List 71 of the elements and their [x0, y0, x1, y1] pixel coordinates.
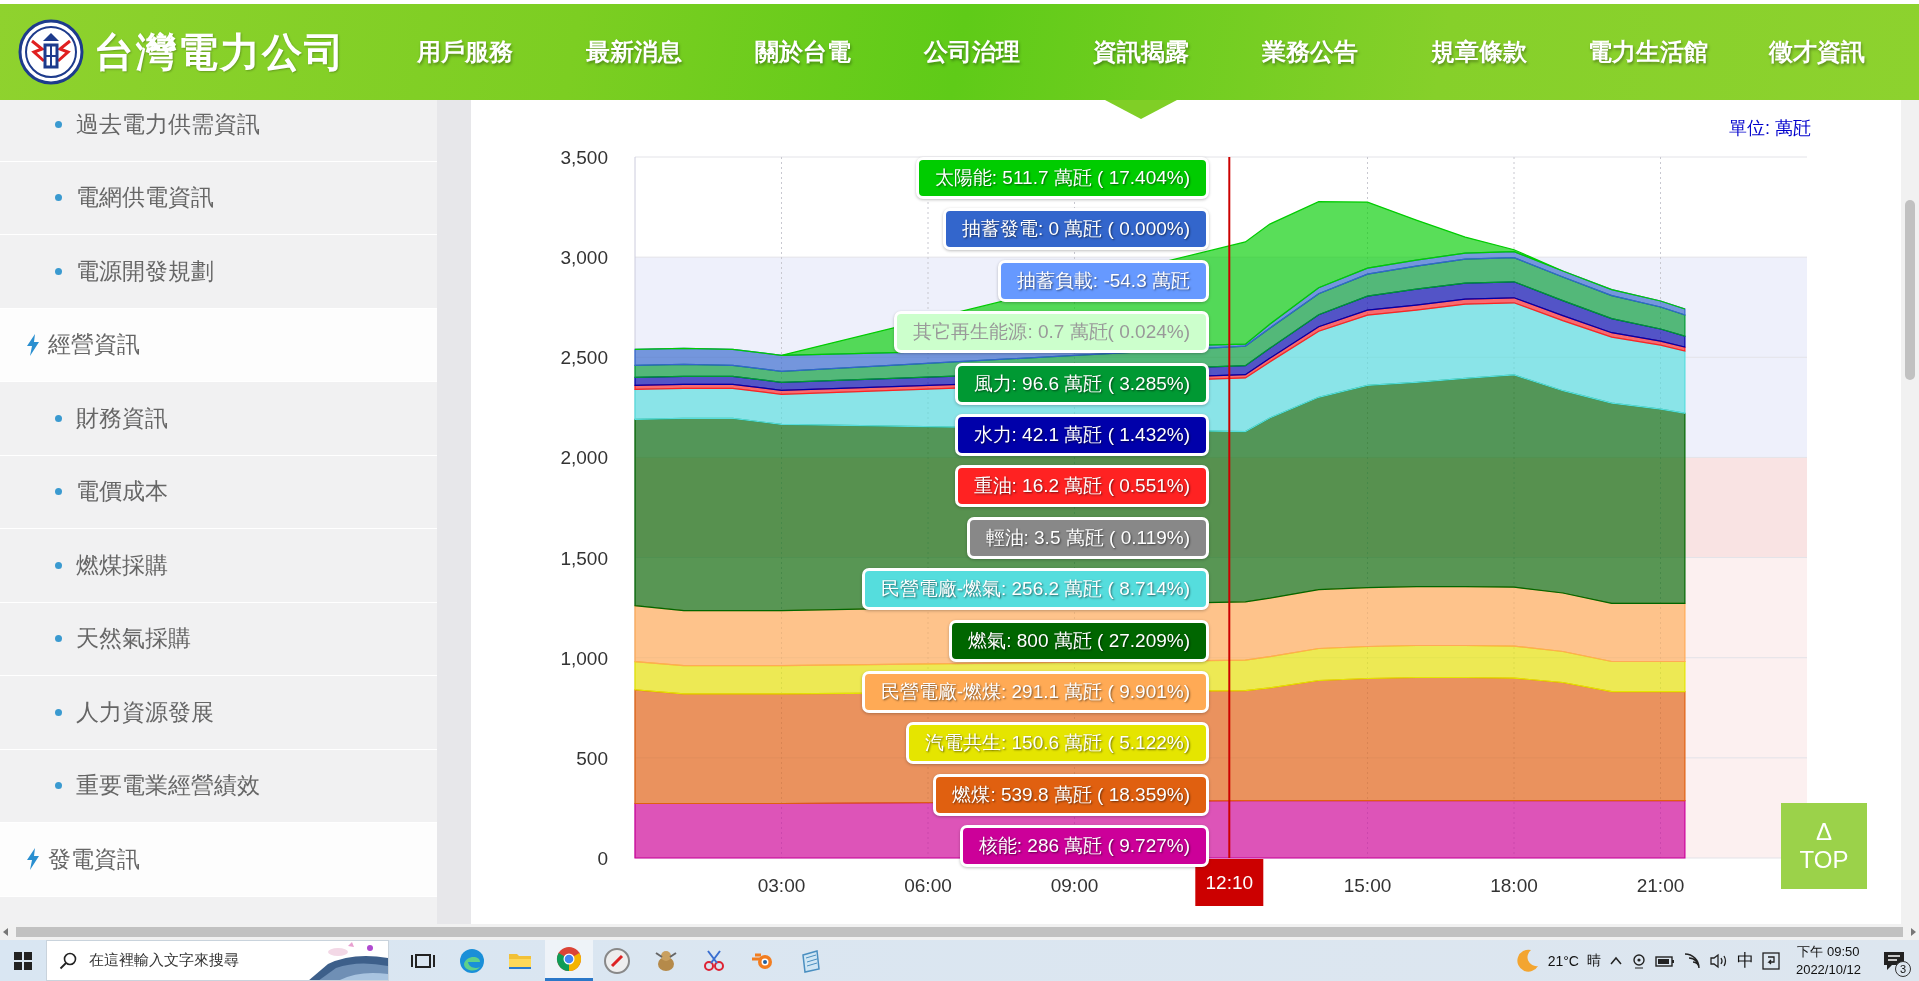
tooltip-label: 抽蓄負載: -54.3 萬瓩 [997, 259, 1209, 302]
sidebar-item[interactable]: 電價成本 [76, 476, 168, 508]
input-method-indicator[interactable]: 中 [1736, 949, 1754, 972]
battery-icon[interactable] [1654, 953, 1675, 968]
company-name: 台灣電力公司 [94, 26, 346, 77]
ref-line-label: 12:10 [1205, 872, 1254, 893]
sidebar-item[interactable]: 電源開發規劃 [76, 255, 214, 287]
ime-mode-icon[interactable] [1761, 951, 1780, 970]
weather-temperature[interactable]: 21°C [1547, 952, 1579, 969]
company-logo-icon [18, 19, 84, 85]
tooltip-label: 輕油: 3.5 萬瓩 ( 0.119%) [966, 516, 1209, 559]
lightning-icon [26, 848, 40, 871]
search-field[interactable]: 在這裡輸入文字來搜尋 [46, 940, 389, 981]
notification-button[interactable]: 3 [1877, 943, 1911, 978]
wifi-icon[interactable] [1682, 952, 1701, 969]
tooltip-label: 水力: 42.1 萬瓩 ( 1.432%) [954, 413, 1209, 456]
sidebar-item[interactable]: 燃煤採購 [76, 549, 168, 581]
tooltip-label: 民營電廠-燃氣: 256.2 萬瓩 ( 8.714%) [861, 568, 1209, 611]
sidebar-item[interactable]: 人力資源發展 [76, 696, 214, 728]
volume-icon[interactable] [1708, 952, 1729, 969]
sidebar-item[interactable]: 天然氣採購 [76, 623, 191, 655]
crosshair-time-label: 12:10 [1195, 859, 1264, 906]
tooltip-label: 民營電廠-燃煤: 291.1 萬瓩 ( 9.901%) [861, 670, 1209, 713]
chrome-icon [554, 945, 583, 973]
tooltip-label: 核能: 286 萬瓩 ( 9.727%) [959, 825, 1209, 868]
y-axis-label: 1,500 [560, 547, 608, 569]
x-axis-label: 18:00 [1490, 875, 1538, 896]
edge-icon [457, 946, 486, 975]
sidebar-item[interactable]: 發電資訊 [48, 843, 140, 875]
sidebar-item[interactable]: 財務資訊 [76, 402, 168, 434]
x-axis-label: 21:00 [1636, 875, 1685, 896]
tooltip-label: 風力: 96.6 萬瓩 ( 3.285%) [954, 362, 1209, 405]
weather-condition[interactable]: 晴 [1586, 951, 1601, 970]
bullet-icon [55, 488, 62, 496]
tooltip-label: 燃煤: 539.8 萬瓩 ( 18.359%) [933, 773, 1209, 816]
scrollbar-thumb[interactable] [16, 927, 1903, 937]
tooltip-label: 汽電共生: 150.6 萬瓩 ( 5.122%) [905, 722, 1209, 765]
tooltip-label: 燃氣: 800 萬瓩 ( 27.209%) [949, 619, 1209, 662]
bullet-icon [55, 267, 62, 275]
clock[interactable]: 下午 09:50 2022/10/12 [1787, 942, 1869, 979]
search-icon [59, 951, 77, 970]
scrollbar-thumb[interactable] [1905, 200, 1915, 380]
bullet-icon [55, 635, 62, 643]
x-axis-label: 09:00 [1050, 875, 1099, 896]
x-axis-label: 15:00 [1343, 875, 1392, 896]
y-axis-label: 1,000 [560, 647, 608, 669]
y-axis-label: 2,500 [560, 347, 608, 369]
x-axis-label: 06:00 [904, 875, 952, 896]
unit-label: 單位: 萬瓩 [1729, 117, 1811, 140]
webcam-icon[interactable] [1630, 952, 1647, 969]
bullet-icon [55, 708, 62, 716]
y-axis-label: 3,500 [560, 147, 608, 168]
sidebar-item[interactable]: 經營資訊 [48, 329, 140, 361]
bullet-icon [55, 561, 62, 569]
y-axis-label: 0 [597, 848, 608, 869]
tooltip-label: 重油: 16.2 萬瓩 ( 0.551%) [954, 465, 1209, 508]
compass-icon [603, 946, 632, 975]
tooltip-label: 其它再生能源: 0.7 萬瓩( 0.024%) [894, 311, 1209, 354]
sidebar-item[interactable]: 重要電業經營績效 [76, 770, 260, 802]
sidebar-item[interactable]: 過去電力供需資訊 [76, 108, 260, 140]
x-axis-label: 03:00 [757, 875, 806, 896]
bullet-icon [55, 120, 62, 128]
windows-icon [14, 951, 32, 970]
bullet-icon [55, 782, 62, 790]
bullet-icon [55, 414, 62, 422]
y-axis-label: 3,000 [560, 247, 608, 269]
lightning-icon [26, 333, 40, 356]
sidebar-item[interactable]: 電網供電資訊 [76, 182, 214, 214]
y-axis-label: 500 [576, 747, 608, 769]
bullet-icon [55, 194, 62, 202]
y-axis-label: 2,000 [560, 447, 608, 469]
